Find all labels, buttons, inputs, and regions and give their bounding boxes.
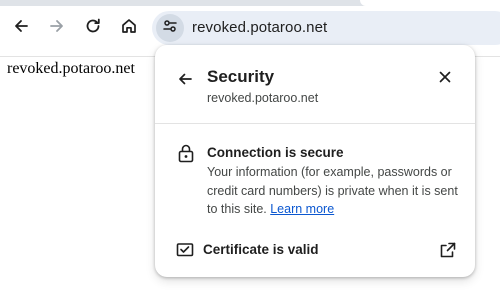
learn-more-link[interactable]: Learn more	[270, 202, 334, 216]
home-icon	[120, 17, 138, 40]
security-popup: Security revoked.potaroo.net Connection …	[155, 45, 475, 277]
connection-description: Your information (for example, passwords…	[207, 163, 459, 219]
popup-subtitle: revoked.potaroo.net	[207, 91, 319, 105]
certificate-row-label[interactable]: Certificate is valid	[203, 242, 319, 257]
reload-button[interactable]	[79, 14, 107, 42]
popup-divider	[155, 123, 475, 124]
open-external-icon[interactable]	[439, 241, 457, 259]
forward-button[interactable]	[43, 14, 71, 42]
back-button[interactable]	[7, 14, 35, 42]
popup-close-button[interactable]	[433, 67, 457, 91]
tune-icon	[162, 18, 178, 39]
url-text[interactable]: revoked.potaroo.net	[192, 19, 327, 36]
back-arrow-icon	[177, 71, 193, 92]
active-tab-edge	[360, 0, 500, 6]
site-info-button[interactable]	[156, 14, 184, 42]
certificate-icon	[176, 242, 194, 258]
lock-icon	[177, 143, 195, 163]
close-icon	[437, 69, 453, 90]
popup-title: Security	[207, 67, 275, 86]
page-body-text: revoked.potaroo.net	[7, 60, 135, 77]
reload-icon	[84, 17, 102, 40]
popup-back-button[interactable]	[173, 69, 197, 93]
tab-strip-edge	[0, 0, 500, 6]
home-button[interactable]	[115, 14, 143, 42]
address-bar[interactable]: revoked.potaroo.net	[152, 11, 500, 45]
connection-status-title: Connection is secure	[207, 145, 344, 160]
back-arrow-icon	[12, 17, 30, 40]
forward-arrow-icon	[48, 17, 66, 40]
